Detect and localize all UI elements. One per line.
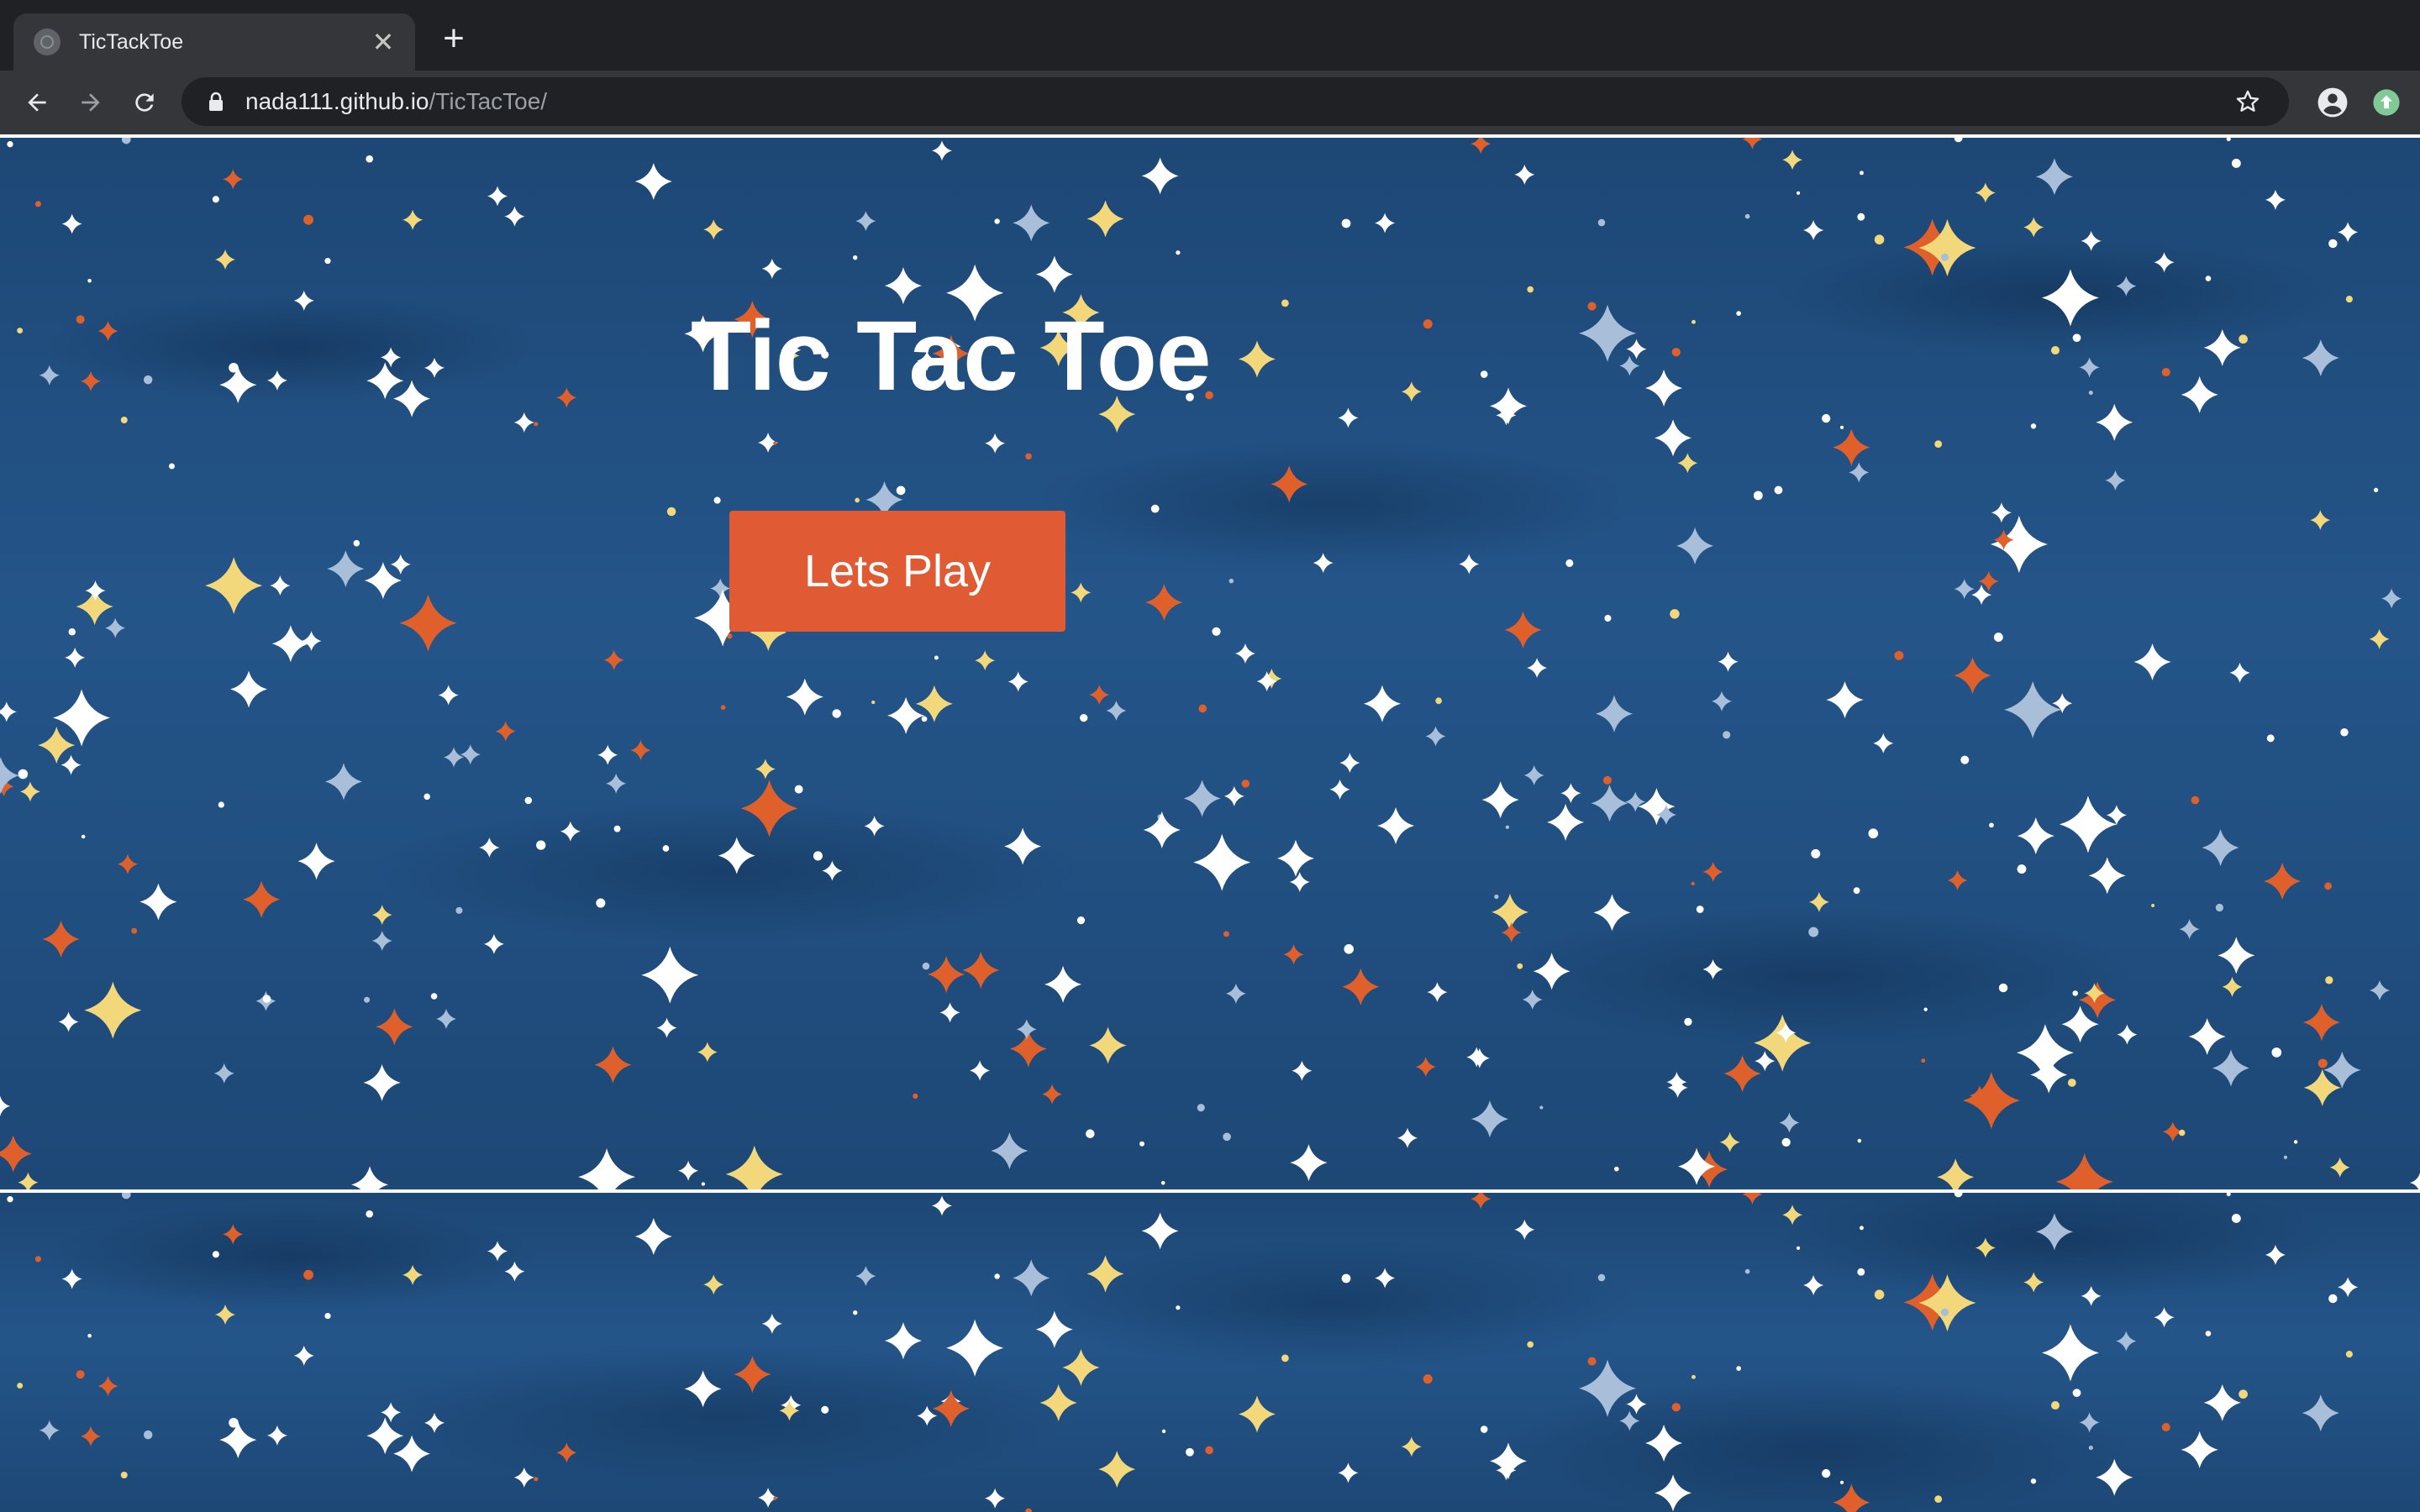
star-icon[interactable]	[2230, 84, 2265, 119]
reload-icon[interactable]	[124, 82, 165, 123]
browser-toolbar: nada111.github.io/TicTacToe/	[0, 71, 2420, 134]
arrow-left-icon[interactable]	[17, 82, 57, 123]
plus-icon[interactable]: +	[435, 20, 472, 59]
lets-play-button[interactable]: Lets Play	[729, 511, 1065, 632]
account-circle-icon[interactable]	[2312, 82, 2353, 123]
address-bar[interactable]: nada111.github.io/TicTacToe/	[182, 77, 2289, 126]
stars-decoration	[0, 138, 2420, 1189]
page-title: Tic Tac Toe	[691, 301, 1212, 412]
starry-background-repeat	[0, 1189, 2420, 1512]
tab-strip: TicTackToe ✕ +	[0, 0, 2420, 71]
update-arrow-icon[interactable]	[2366, 82, 2407, 123]
browser-chrome: TicTackToe ✕ + nada111.github.io/TicTacT…	[0, 0, 2420, 134]
stars-decoration	[7, 1193, 2359, 1512]
page-viewport: Tic Tac Toe Lets Play	[0, 134, 2420, 1512]
url-text: nada111.github.io/TicTacToe/	[245, 88, 548, 114]
starry-background	[0, 134, 2420, 1189]
lock-icon[interactable]	[203, 89, 229, 114]
tab-tictacktoe[interactable]: TicTackToe ✕	[13, 13, 415, 71]
arrow-right-icon[interactable]	[71, 82, 111, 123]
globe-icon	[34, 29, 60, 55]
close-icon[interactable]: ✕	[368, 29, 398, 55]
tab-title: TicTackToe	[79, 29, 184, 54]
